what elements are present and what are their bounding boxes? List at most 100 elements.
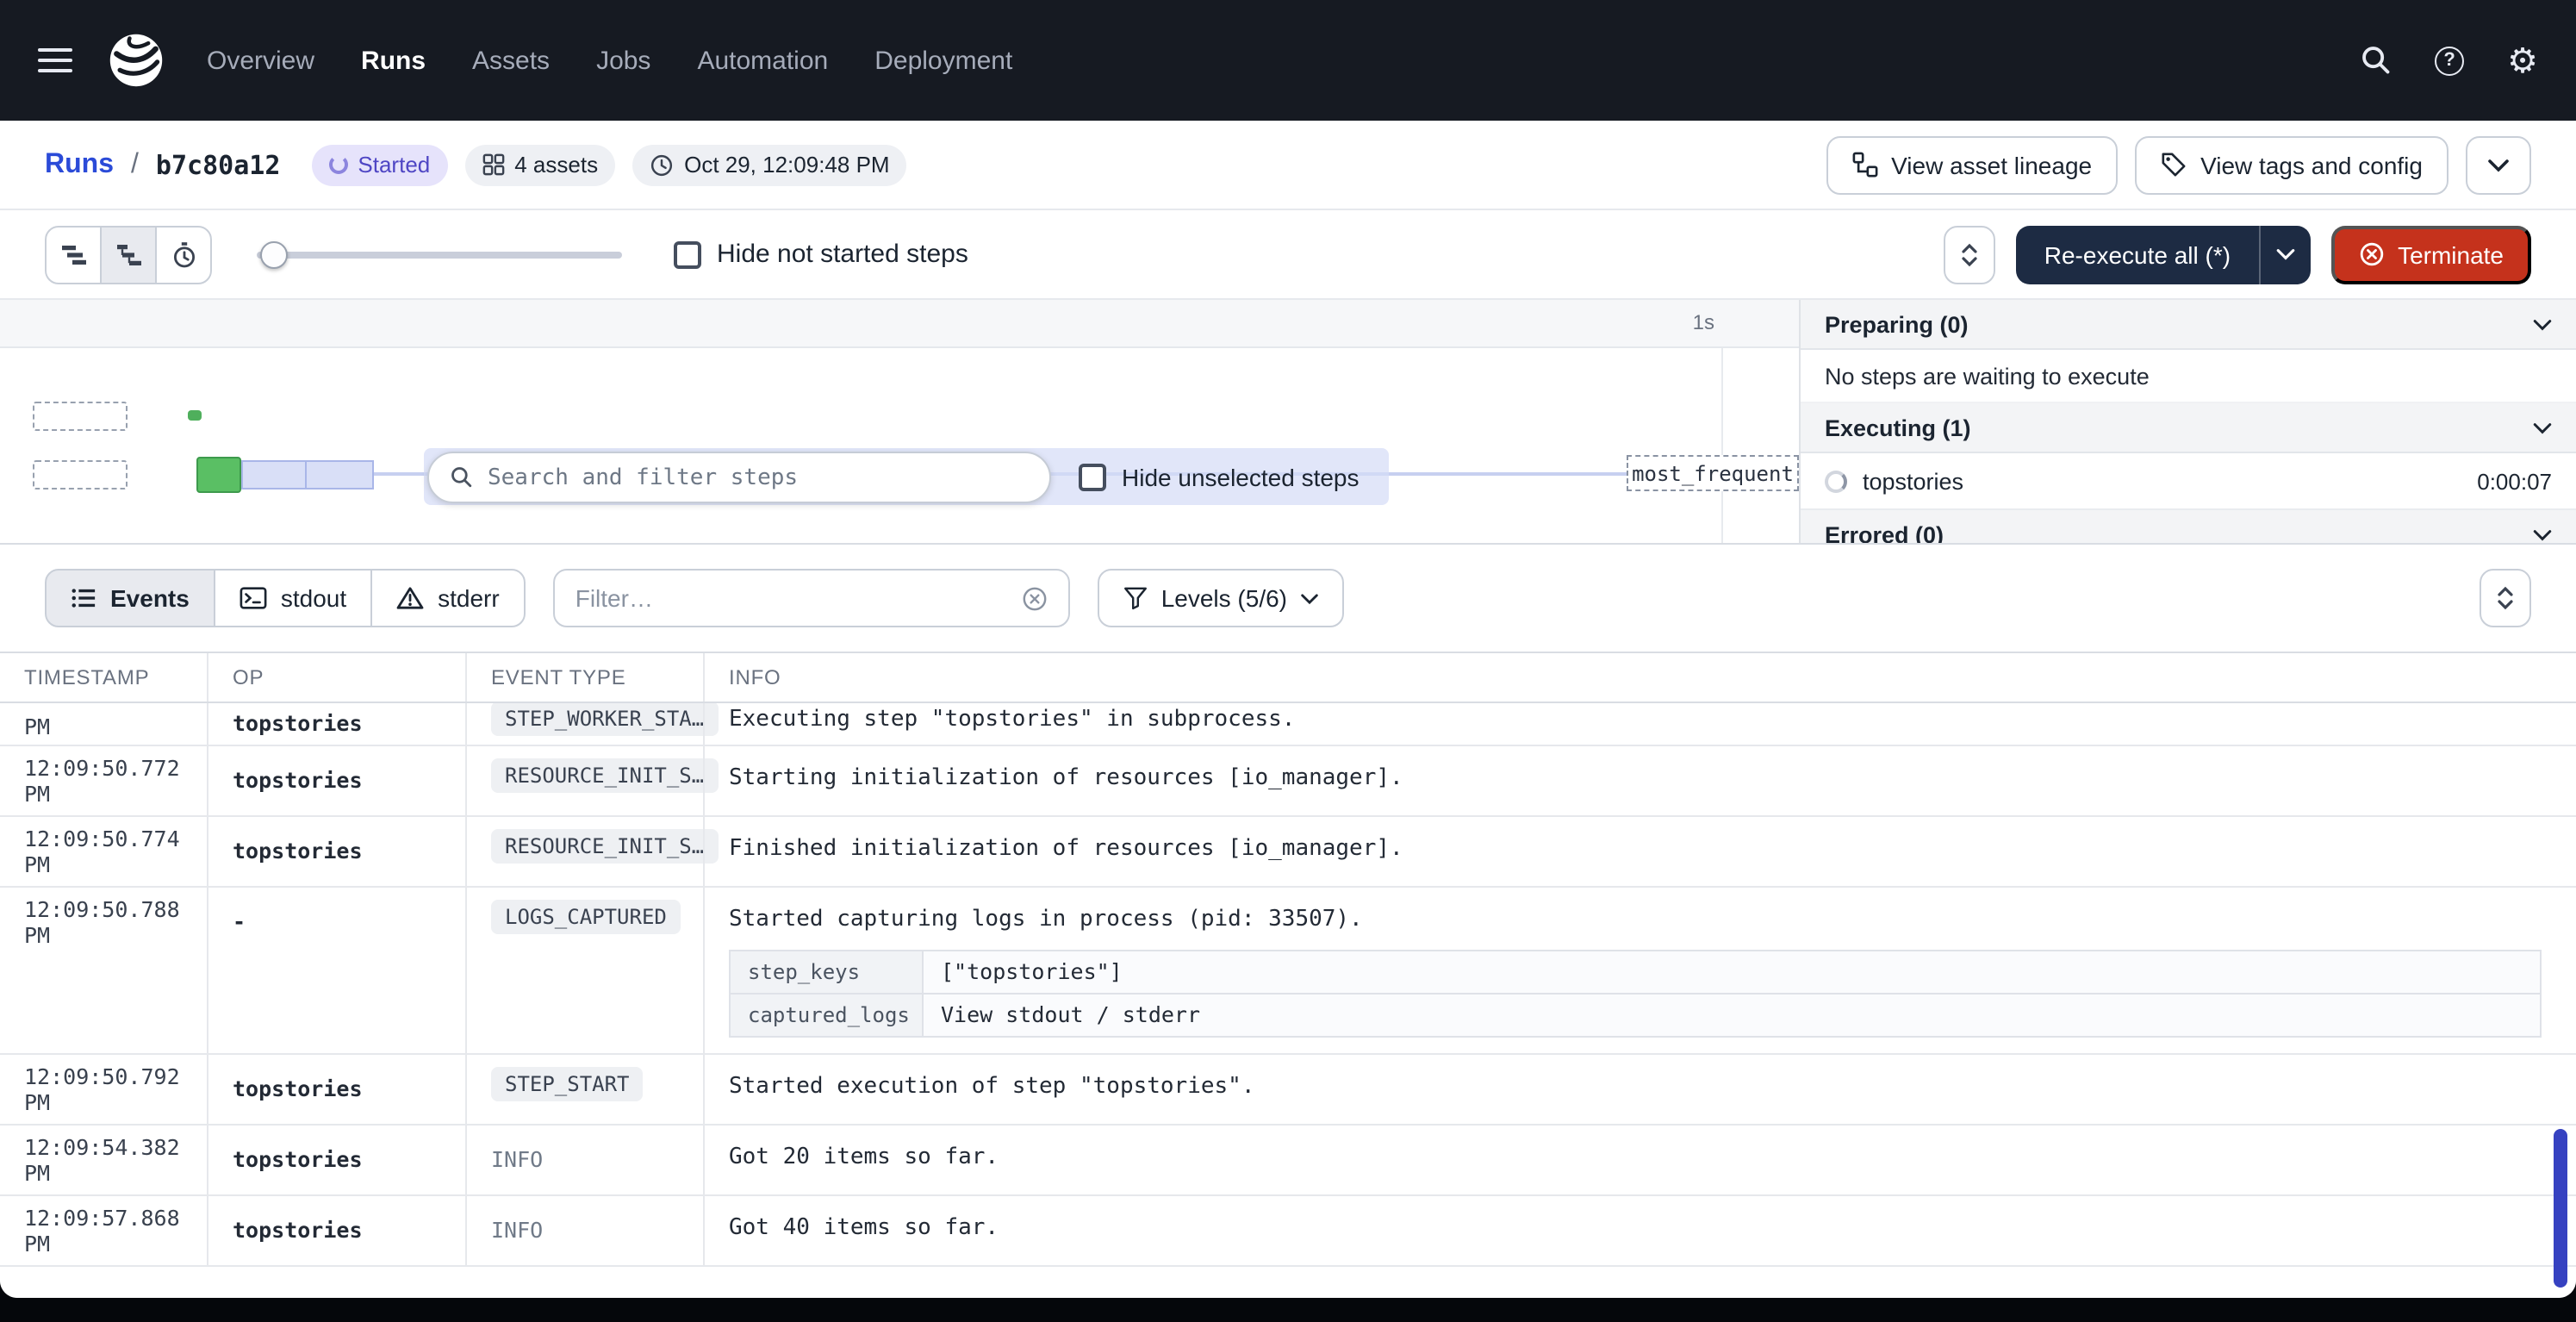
log-op: topstories: [207, 1196, 465, 1265]
gantt-gridline: [1721, 348, 1723, 543]
assets-badge[interactable]: 4 assets: [464, 144, 615, 185]
gantt-step-marker[interactable]: [188, 410, 202, 421]
gantt-step-bar-2[interactable]: [305, 460, 374, 490]
column-header-event-type: EVENT TYPE: [465, 653, 703, 702]
gantt-waterfall-view-button[interactable]: [100, 225, 157, 284]
nav-item-automation[interactable]: Automation: [697, 46, 828, 75]
gantt-flat-icon: [59, 240, 87, 268]
tab-stdout[interactable]: stdout: [214, 569, 372, 627]
gantt-step-queued-1[interactable]: [33, 402, 128, 431]
gantt-waterfall-icon: [115, 240, 142, 268]
nav-item-runs[interactable]: Runs: [361, 46, 426, 75]
log-row[interactable]: 12:09:54.382 PM topstories INFO Got 20 i…: [0, 1126, 2576, 1196]
tag-icon: [2161, 152, 2187, 178]
gantt-view-toggle-group: [45, 225, 212, 284]
gantt-zoom-slider[interactable]: [257, 225, 622, 284]
run-toolbar: Hide not started steps Re-execute all (*…: [0, 210, 2576, 300]
reexecute-all-button[interactable]: Re-execute all (*): [2017, 225, 2258, 284]
log-row[interactable]: 12:09:50.792 PM topstories STEP_START St…: [0, 1055, 2576, 1126]
chevron-down-icon: [1301, 592, 1318, 604]
gantt-step-running[interactable]: [196, 457, 241, 493]
breadcrumb-runs-link[interactable]: Runs: [45, 149, 114, 180]
nav-item-deployment[interactable]: Deployment: [874, 46, 1012, 75]
log-row[interactable]: 12:09:50.788 PM - LOGS_CAPTURED Started …: [0, 888, 2576, 1055]
tab-events[interactable]: Events: [45, 569, 215, 627]
reexecute-dropdown-button[interactable]: [2258, 225, 2310, 284]
spinner-icon: [1825, 470, 1847, 492]
nav-item-jobs[interactable]: Jobs: [596, 46, 650, 75]
nav-item-overview[interactable]: Overview: [207, 46, 314, 75]
levels-filter-button[interactable]: Levels (5/6): [1098, 569, 1344, 627]
log-timestamp: PM: [0, 703, 207, 746]
panel-section-preparing[interactable]: Preparing (0): [1801, 300, 2576, 350]
slider-knob[interactable]: [260, 240, 288, 268]
run-status-panel: Preparing (0) No steps are waiting to ex…: [1799, 300, 2576, 543]
slider-track: [257, 251, 622, 258]
gantt-step-bar-1[interactable]: [241, 460, 307, 490]
lineage-icon: [1851, 152, 1877, 178]
events-list-icon: [71, 586, 96, 610]
log-row-height-button[interactable]: [2480, 569, 2531, 627]
nav-item-assets[interactable]: Assets: [472, 46, 550, 75]
filter-funnel-icon: [1123, 586, 1148, 610]
log-info: Finished initialization of resources [io…: [703, 817, 2576, 886]
log-filter-input[interactable]: [576, 584, 1008, 612]
row-height-toggle-button[interactable]: [1944, 225, 1996, 284]
dagster-logo[interactable]: [107, 31, 165, 90]
column-header-op: OP: [207, 653, 465, 702]
gantt-timed-view-button[interactable]: [155, 225, 212, 284]
log-row[interactable]: 12:09:50.774 PM topstories RESOURCE_INIT…: [0, 817, 2576, 888]
gantt-section: 1s most_frequent Hide unselect: [0, 300, 2576, 545]
clear-filter-icon[interactable]: [1022, 585, 1048, 611]
vertical-scrollbar-thumb[interactable]: [2554, 1129, 2567, 1288]
hide-not-started-checkbox[interactable]: [674, 240, 701, 268]
log-op: topstories: [207, 703, 465, 746]
log-info: Got 20 items so far.: [703, 1126, 2576, 1194]
event-metadata-table: step_keys ["topstories"] captured_logs V…: [729, 950, 2542, 1038]
gantt-step-most-frequent[interactable]: most_frequent: [1627, 455, 1799, 491]
log-timestamp: 12:09:50.788 PM: [0, 888, 207, 1053]
hamburger-menu-icon[interactable]: [38, 48, 72, 72]
panel-section-executing[interactable]: Executing (1): [1801, 403, 2576, 453]
search-icon[interactable]: [2361, 45, 2392, 76]
gantt-time-ruler: 1s: [0, 300, 1799, 348]
log-op: topstories: [207, 1126, 465, 1194]
log-view-tabs: Events stdout stderr: [45, 569, 526, 627]
gantt-search-input[interactable]: [488, 465, 1029, 490]
log-row[interactable]: 12:09:57.868 PM topstories INFO Got 40 i…: [0, 1196, 2576, 1267]
log-op: topstories: [207, 1055, 465, 1124]
gantt-flat-view-button[interactable]: [45, 225, 102, 284]
step-elapsed-time: 0:00:07: [2477, 468, 2552, 494]
hide-not-started-label: Hide not started steps: [717, 240, 968, 269]
log-timestamp: 12:09:57.868 PM: [0, 1196, 207, 1265]
log-row[interactable]: 12:09:50.772 PM topstories RESOURCE_INIT…: [0, 746, 2576, 817]
log-info: Got 40 items so far.: [703, 1196, 2576, 1265]
gantt-step-queued-2[interactable]: [33, 460, 128, 490]
up-down-chevrons-icon: [2495, 586, 2516, 610]
nav-links: Overview Runs Assets Jobs Automation Dep…: [207, 46, 1012, 75]
nav-right-icons: ? ⚙: [2361, 43, 2538, 78]
search-icon: [450, 465, 474, 490]
app-window: Overview Runs Assets Jobs Automation Dep…: [0, 0, 2576, 1298]
log-row[interactable]: PM topstories STEP_WORKER_STA… Executing…: [0, 703, 2576, 746]
log-timestamp: 12:09:54.382 PM: [0, 1126, 207, 1194]
up-down-chevrons-icon: [1960, 242, 1981, 266]
run-header: Runs / b7c80a12 Started 4 assets Oct 29,…: [0, 121, 2576, 210]
terminate-button[interactable]: Terminate: [2330, 225, 2531, 284]
page-root: Overview Runs Assets Jobs Automation Dep…: [0, 0, 2576, 1322]
hide-unselected-checkbox[interactable]: [1079, 464, 1106, 491]
breadcrumb-separator: /: [131, 149, 139, 180]
panel-section-errored[interactable]: Errored (0): [1801, 510, 2576, 543]
view-asset-lineage-button[interactable]: View asset lineage: [1826, 135, 2118, 194]
help-icon[interactable]: ?: [2435, 46, 2464, 75]
log-table-header: TIMESTAMP OP EVENT TYPE INFO: [0, 652, 2576, 703]
panel-executing-step-row[interactable]: topstories 0:00:07: [1801, 453, 2576, 510]
captured-logs-link[interactable]: View stdout / stderr: [924, 995, 2540, 1036]
ruler-tick-label: 1s: [1646, 310, 1714, 334]
run-actions-dropdown-button[interactable]: [2466, 135, 2531, 194]
settings-gear-icon[interactable]: ⚙: [2507, 43, 2538, 78]
event-type-label: INFO: [491, 1208, 543, 1243]
log-info: Started capturing logs in process (pid: …: [703, 888, 2576, 1053]
tab-stderr[interactable]: stderr: [370, 569, 526, 627]
view-tags-config-button[interactable]: View tags and config: [2135, 135, 2448, 194]
